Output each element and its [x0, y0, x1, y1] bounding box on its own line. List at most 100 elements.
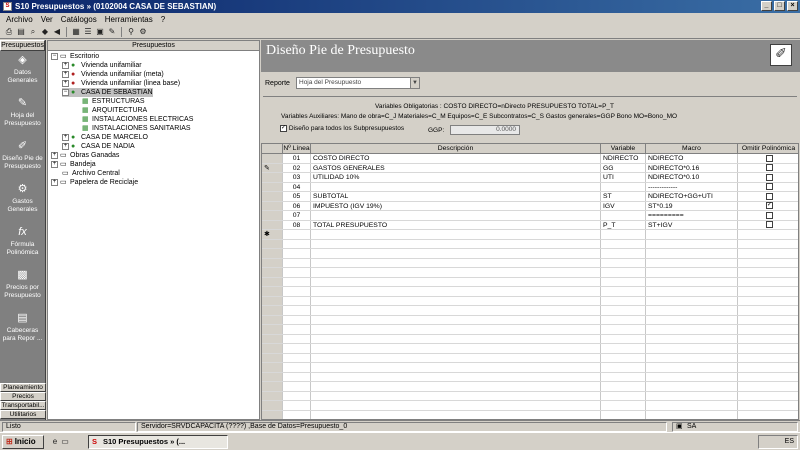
taskbar-app-button[interactable]: S S10 Presupuestos » (...	[88, 435, 228, 449]
module-diseno-pie[interactable]: ✐ Diseño Pie de Presupuesto	[0, 137, 45, 180]
expand-icon[interactable]: +	[62, 62, 69, 69]
col-header-variable[interactable]: Variable	[601, 144, 646, 153]
empty-cell[interactable]	[646, 277, 738, 286]
empty-cell[interactable]	[601, 306, 646, 315]
tree-node[interactable]: + ▭ Bandeja	[51, 160, 96, 169]
cell-macro[interactable]: NDIRECTO	[646, 154, 738, 163]
row-selector[interactable]	[262, 277, 283, 286]
table-row[interactable]	[262, 306, 798, 316]
empty-cell[interactable]	[311, 315, 601, 324]
find-icon[interactable]: ⚲	[126, 27, 136, 37]
print-icon[interactable]: ⎙	[4, 27, 14, 37]
collapse-icon[interactable]: −	[51, 53, 58, 60]
col-header-omitir[interactable]: Omitir Polinómica	[738, 144, 798, 153]
row-selector[interactable]	[262, 201, 283, 210]
collapse-icon[interactable]: −	[62, 89, 69, 96]
empty-cell[interactable]	[283, 372, 311, 381]
row-selector[interactable]	[262, 173, 283, 182]
empty-cell[interactable]	[601, 296, 646, 305]
expand-icon[interactable]: +	[62, 71, 69, 78]
empty-cell[interactable]	[283, 344, 311, 353]
table-row[interactable]: 04 -------------	[262, 182, 798, 192]
empty-cell[interactable]	[283, 287, 311, 296]
col-header-linea[interactable]: Nº Línea	[283, 144, 311, 153]
cell-descripcion[interactable]: UTILIDAD 10%	[311, 173, 601, 182]
empty-cell[interactable]	[311, 391, 601, 400]
cell-descripcion[interactable]	[311, 211, 601, 220]
empty-cell[interactable]	[283, 391, 311, 400]
tree-node[interactable]: ▦ ARQUITECTURA	[82, 106, 147, 115]
tree-node[interactable]: + ● CASA DE MARCELO	[62, 133, 148, 142]
row-selector[interactable]	[262, 182, 283, 191]
cell-macro[interactable]: =========	[646, 211, 738, 220]
cell-variable[interactable]: NDIRECTO	[601, 154, 646, 163]
empty-cell[interactable]	[738, 325, 798, 334]
tree-node[interactable]: + ● Vivienda unifamiliar	[62, 61, 142, 70]
chevron-down-icon[interactable]: ▼	[410, 78, 419, 88]
table-row[interactable]	[262, 344, 798, 354]
omitir-checkbox[interactable]	[766, 192, 773, 200]
empty-cell[interactable]	[646, 391, 738, 400]
table-row[interactable]: 06 IMPUESTO (IGV 19%) IGV ST*0.19 ✓	[262, 201, 798, 211]
back-icon[interactable]: ◀	[52, 27, 62, 37]
cell-variable[interactable]: P_T	[601, 220, 646, 229]
empty-cell[interactable]	[311, 306, 601, 315]
empty-cell[interactable]	[283, 325, 311, 334]
table-row[interactable]: 03 UTILIDAD 10% UTI NDIRECTO*0.10	[262, 173, 798, 183]
expand-icon[interactable]: +	[51, 161, 58, 168]
module-header[interactable]: Presupuestos	[0, 40, 45, 51]
tree-node[interactable]: + ▭ Papelera de Reciclaje	[51, 178, 138, 187]
module-transportabilidad[interactable]: Transportabil...	[0, 401, 46, 410]
empty-cell[interactable]	[646, 306, 738, 315]
empty-cell[interactable]	[738, 354, 798, 363]
row-selector[interactable]	[262, 363, 283, 372]
empty-cell[interactable]	[646, 315, 738, 324]
empty-cell[interactable]	[311, 258, 601, 267]
empty-cell[interactable]	[311, 268, 601, 277]
cell-macro[interactable]: NDIRECTO+GG+UTI	[646, 192, 738, 201]
empty-cell[interactable]	[311, 382, 601, 391]
empty-cell[interactable]	[601, 372, 646, 381]
omitir-checkbox[interactable]	[766, 221, 773, 229]
empty-cell[interactable]	[311, 287, 601, 296]
empty-cell[interactable]	[601, 230, 646, 239]
tree-node[interactable]: ▭ Archivo Central	[62, 169, 120, 178]
empty-cell[interactable]	[646, 287, 738, 296]
cell-variable[interactable]	[601, 211, 646, 220]
cell-linea[interactable]: 05	[283, 192, 311, 201]
cell-macro[interactable]: -------------	[646, 182, 738, 191]
table-row[interactable]	[262, 334, 798, 344]
empty-cell[interactable]	[311, 277, 601, 286]
empty-cell[interactable]	[646, 249, 738, 258]
table-row[interactable]	[262, 382, 798, 392]
table-row[interactable]: ✎ 02 GASTOS GENERALES GG NDIRECTO*0.16	[262, 163, 798, 173]
row-selector[interactable]	[262, 258, 283, 267]
module-gastos-generales[interactable]: ⚙ Gastos Generales	[0, 180, 45, 223]
cell-variable[interactable]: ST	[601, 192, 646, 201]
empty-cell[interactable]	[738, 297, 798, 306]
cell-variable[interactable]	[601, 182, 646, 191]
empty-cell[interactable]	[738, 392, 798, 401]
module-cabeceras[interactable]: ▤ Cabeceras para Repor ...	[0, 309, 45, 352]
empty-cell[interactable]	[738, 287, 798, 296]
table-row[interactable]	[262, 372, 798, 382]
tree-node[interactable]: ▦ ESTRUCTURAS	[82, 97, 145, 106]
menu-catalogos[interactable]: Catálogos	[61, 15, 97, 24]
table-row[interactable]	[262, 401, 798, 411]
menu-archivo[interactable]: Archivo	[6, 15, 33, 24]
empty-cell[interactable]	[601, 287, 646, 296]
row-selector[interactable]	[262, 211, 283, 220]
cell-descripcion[interactable]: GASTOS GENERALES	[311, 163, 601, 172]
cell-linea[interactable]: 08	[283, 220, 311, 229]
empty-cell[interactable]	[311, 353, 601, 362]
reporte-dropdown[interactable]: Hoja del Presupuesto ▼	[296, 77, 420, 89]
tree-node[interactable]: ▦ INSTALACIONES SANITARIAS	[82, 124, 191, 133]
row-selector[interactable]	[262, 268, 283, 277]
tree-node[interactable]: + ● Vivienda unifamiliar (linea base)	[62, 79, 180, 88]
empty-cell[interactable]	[601, 268, 646, 277]
row-selector[interactable]	[262, 382, 283, 391]
col-header-descripcion[interactable]: Descripción	[311, 144, 601, 153]
empty-cell[interactable]	[601, 382, 646, 391]
empty-cell[interactable]	[283, 249, 311, 258]
tree-node[interactable]: + ▭ Obras Ganadas	[51, 151, 119, 160]
